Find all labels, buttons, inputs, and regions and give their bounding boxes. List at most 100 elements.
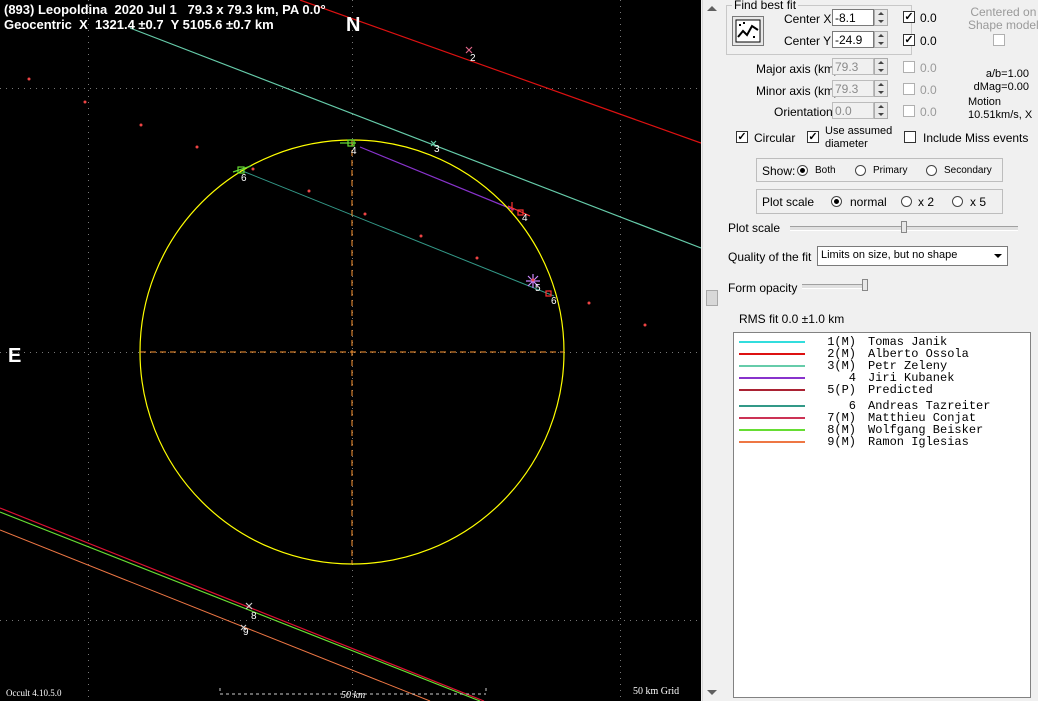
grid-dot: [88, 582, 89, 583]
grid-dot: [88, 342, 89, 343]
centered-on-shape-checkbox[interactable]: [993, 34, 1005, 46]
grid-dot: [620, 48, 621, 49]
grid-dot: [620, 606, 621, 607]
grid-dot: [546, 620, 547, 621]
grid-dot: [606, 620, 607, 621]
plot-scale-slider-thumb[interactable]: [901, 221, 907, 233]
grid-dot: [88, 426, 89, 427]
grid-dot: [402, 88, 403, 89]
grid-dot: [390, 620, 391, 621]
grid-dot: [352, 486, 353, 487]
grid-dot: [352, 378, 353, 379]
grid-dot: [294, 620, 295, 621]
orientation-spinner[interactable]: [874, 102, 888, 119]
form-opacity-slider-track[interactable]: [802, 284, 868, 289]
grid-dot: [192, 620, 193, 621]
grid-dot: [612, 88, 613, 89]
occultation-plot[interactable]: (893) Leopoldina 2020 Jul 1 79.3 x 79.3 …: [0, 0, 701, 701]
grid-dot: [654, 352, 655, 353]
major-axis-input[interactable]: 79.3: [832, 58, 874, 75]
grid-dot: [654, 88, 655, 89]
grid-dot: [88, 306, 89, 307]
grid-dot: [564, 88, 565, 89]
grid-dot: [36, 352, 37, 353]
minor-axis-fix-checkbox[interactable]: [903, 83, 915, 95]
grid-dot: [528, 620, 529, 621]
center-x-input[interactable]: -8.1: [832, 9, 874, 26]
grid-dot: [88, 492, 89, 493]
grid-dot: [620, 288, 621, 289]
chord-6: [239, 169, 555, 297]
grid-dot: [30, 88, 31, 89]
grid-dot: [36, 620, 37, 621]
grid-dot: [620, 18, 621, 19]
grid-dot: [352, 630, 353, 631]
minor-axis-spinner[interactable]: [874, 80, 888, 97]
show-both-radio[interactable]: [797, 165, 808, 176]
grid-dot: [594, 88, 595, 89]
grid-dot: [42, 88, 43, 89]
scroll-down-arrow-icon[interactable]: [707, 690, 717, 695]
grid-dot: [450, 620, 451, 621]
grid-dot: [630, 620, 631, 621]
grid-dot: [88, 288, 89, 289]
use-assumed-diameter-checkbox[interactable]: ✓: [807, 131, 819, 143]
scroll-thumb[interactable]: [706, 290, 718, 306]
orientation-fix-checkbox[interactable]: [903, 105, 915, 117]
chord-label-6-start: 6: [241, 173, 247, 184]
grid-dot: [36, 88, 37, 89]
center-y-fix-checkbox[interactable]: ✓: [903, 34, 915, 46]
find-best-fit-button[interactable]: [732, 16, 764, 46]
grid-dot: [352, 618, 353, 619]
grid-dot: [462, 620, 463, 621]
major-axis-spinner[interactable]: [874, 58, 888, 75]
grid-dot: [88, 678, 89, 679]
vertical-scrollbar[interactable]: [702, 0, 721, 701]
grid-dot: [24, 620, 25, 621]
show-primary-radio[interactable]: [855, 165, 866, 176]
show-secondary-radio[interactable]: [926, 165, 937, 176]
grid-dot: [620, 558, 621, 559]
grid-dot: [352, 306, 353, 307]
chord-9-miss: [0, 529, 431, 701]
plot-scale-normal-radio[interactable]: [831, 196, 842, 207]
circular-checkbox[interactable]: ✓: [736, 131, 748, 143]
include-miss-events-checkbox[interactable]: [904, 131, 916, 143]
grid-dot: [120, 88, 121, 89]
plot-scale-x5-radio[interactable]: [952, 196, 963, 207]
legend-item[interactable]: 9(M) Ramon Iglesias: [734, 436, 1030, 448]
grid-dot: [378, 352, 379, 353]
grid-dot: [138, 352, 139, 353]
grid-dot: [102, 88, 103, 89]
grid-dot: [352, 516, 353, 517]
grid-dot: [624, 352, 625, 353]
grid-dot: [144, 88, 145, 89]
plot-scale-x2-radio[interactable]: [901, 196, 912, 207]
grid-dot: [620, 186, 621, 187]
center-x-spinner[interactable]: [874, 9, 888, 26]
grid-dot: [88, 276, 89, 277]
center-y-input[interactable]: -24.9: [832, 31, 874, 48]
grid-dot: [620, 120, 621, 121]
orientation-input[interactable]: 0.0: [832, 102, 874, 119]
grid-dot: [88, 330, 89, 331]
grid-dot: [474, 88, 475, 89]
grid-dot: [620, 258, 621, 259]
grid-dot: [620, 72, 621, 73]
center-x-fix-checkbox[interactable]: ✓: [903, 11, 915, 23]
scroll-up-arrow-icon[interactable]: [707, 6, 717, 11]
grid-dot: [216, 352, 217, 353]
legend-item[interactable]: 5(P) Predicted: [734, 384, 1030, 396]
major-axis-fix-checkbox[interactable]: [903, 61, 915, 73]
grid-dot: [620, 534, 621, 535]
grid-dot: [672, 352, 673, 353]
quality-dropdown[interactable]: Limits on size, but no shape: [817, 246, 1008, 266]
center-y-spinner[interactable]: [874, 31, 888, 48]
grid-dot: [522, 88, 523, 89]
minor-axis-input[interactable]: 79.3: [832, 80, 874, 97]
grid-dot: [552, 88, 553, 89]
grid-dot: [570, 88, 571, 89]
form-opacity-slider-thumb[interactable]: [862, 279, 868, 291]
grid-dot: [352, 108, 353, 109]
grid-dot: [648, 88, 649, 89]
